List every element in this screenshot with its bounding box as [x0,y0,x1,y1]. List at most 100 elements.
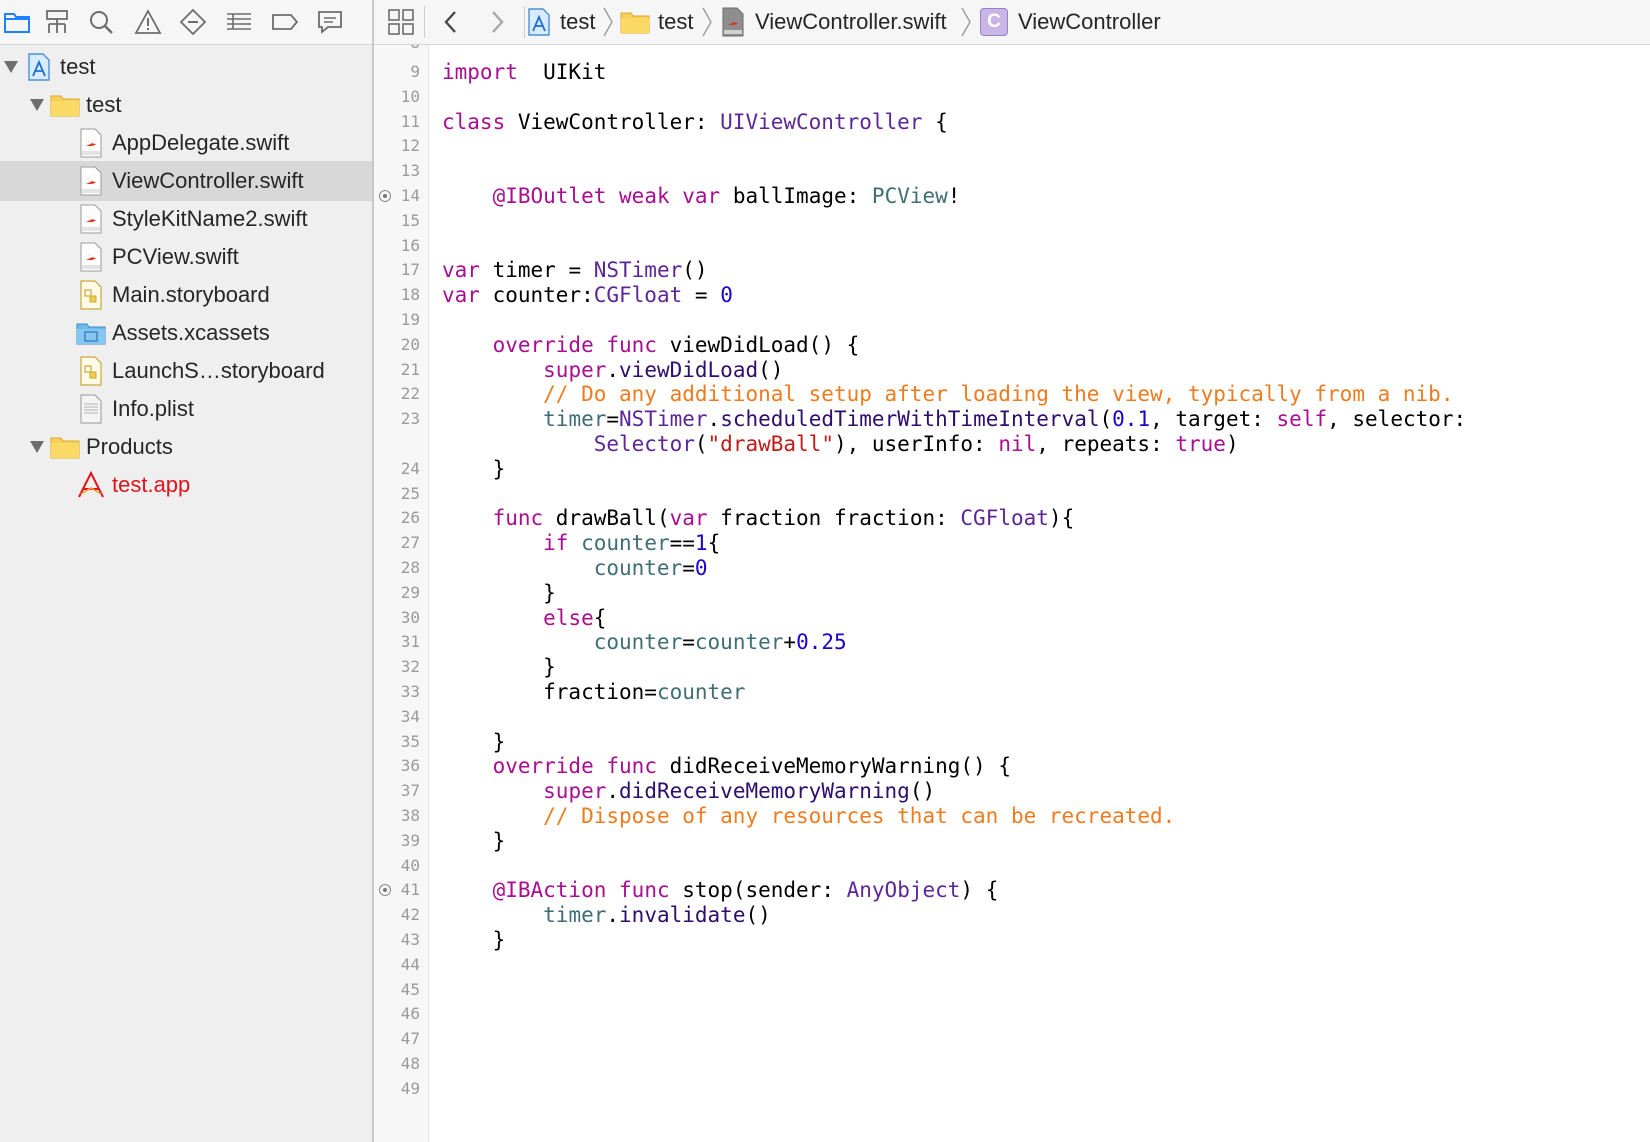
code-line[interactable]: super.didReceiveMemoryWarning() [442,778,935,804]
crumb-class[interactable]: C ViewController [980,0,1161,44]
app-icon [76,470,106,500]
code-token: stop(sender: [669,878,847,903]
line-number: 38 [400,806,420,825]
line-number: 16 [400,235,420,255]
line-number: 13 [400,161,420,181]
tree-item[interactable]: Assets.xcassets [0,313,372,353]
code-token: Selector [593,432,695,456]
tag-icon[interactable] [268,5,302,39]
code-line[interactable]: override func viewDidLoad() { [442,332,860,358]
line-number-gutter[interactable]: 8 9 10 11 12 13 14 15 16 17 18 19 20 21 22 23 24 25 26 27 28… [374,45,429,1142]
code-token: nil [998,432,1037,456]
code-token: timer = [479,258,594,283]
code-line[interactable]: @IBOutlet weak var ballImage: PCView! [442,183,961,209]
line-number: 25 [400,483,420,503]
tree-item[interactable]: Info.plist [0,389,372,429]
code-line[interactable]: timer=NSTimer.scheduledTimerWithTimeInte… [442,406,1466,432]
disclosure-triangle-icon[interactable] [28,438,46,456]
code-token: counter [593,630,683,655]
tree-item[interactable]: Main.storyboard [0,275,372,315]
code-token: 1 [694,531,708,556]
outlet-connection-icon[interactable] [379,190,391,202]
code-token: @IBOutlet [492,184,607,208]
crumb-file[interactable]: ViewController.swift [721,0,947,44]
tree-item[interactable]: ViewController.swift [0,161,372,201]
back-arrow-icon[interactable] [436,5,466,39]
code-line[interactable]: timer.invalidate() [442,902,771,928]
tree-item[interactable]: StyleKitName2.swift [0,199,372,239]
code-line[interactable]: var counter:CGFloat = 0 [442,282,733,308]
code-line[interactable]: } [442,828,506,854]
code-token: . [606,903,620,928]
code-line[interactable]: import UIKit [442,59,606,85]
folder-icon[interactable] [0,5,34,39]
code-line[interactable]: // Dispose of any resources that can be … [442,803,1175,829]
code-token: NSTimer [619,407,708,432]
code-token: } [442,456,506,481]
source-editor[interactable]: import UIKit class ViewController: UIView… [442,45,1642,1142]
code-line[interactable]: class ViewController: UIViewController { [442,109,948,135]
code-line[interactable]: } [442,456,506,482]
line-number: 19 [400,310,420,329]
tree-item[interactable]: test.app [0,465,372,505]
comment-icon[interactable] [313,5,347,39]
code-line[interactable]: var timer = NSTimer() [442,257,708,283]
code-token: 0.1 [1112,407,1151,432]
code-line[interactable]: fraction=counter [442,679,745,705]
related-items-icon[interactable] [384,5,418,39]
disclosure-triangle-icon[interactable] [2,58,20,76]
code-line[interactable]: // Do any additional setup after loading… [442,381,1453,407]
code-line[interactable]: counter=counter+0.25 [442,629,847,655]
code-token: UIViewController [720,109,923,134]
code-line[interactable]: counter=0 [442,555,708,581]
tree-item[interactable]: PCView.swift [0,237,372,277]
tree-item[interactable]: LaunchS…storyboard [0,351,372,391]
code-token: = [682,283,721,308]
code-line[interactable]: func drawBall(var fraction fraction: CGF… [442,505,1075,531]
disclosure-triangle-icon[interactable] [28,96,46,114]
line-number: 11 [400,111,420,131]
code-line[interactable]: } [442,729,506,755]
chevron-right-icon [702,7,712,37]
hierarchy-icon[interactable] [40,5,74,39]
code-token: () [745,903,771,928]
list-icon[interactable] [222,5,256,39]
outlet-connection-icon[interactable] [379,884,391,897]
code-token: , selector: [1327,407,1467,432]
code-line[interactable]: } [442,654,556,680]
code-line[interactable]: else{ [442,605,606,631]
crumb-folder[interactable]: test [620,0,693,44]
tree-item[interactable]: Products [0,427,372,467]
forward-arrow-icon[interactable] [482,5,512,39]
code-token: // Dispose of any resources that can be … [543,804,1176,828]
line-number: 41 [400,880,420,900]
code-token: override [492,754,594,779]
line-number: 42 [400,905,420,925]
tree-item[interactable]: test [0,47,372,87]
code-line[interactable]: override func didReceiveMemoryWarning() … [442,753,1011,779]
diamond-icon[interactable] [176,5,210,39]
code-line[interactable]: } [442,927,506,953]
tree-item[interactable]: AppDelegate.swift [0,123,372,163]
warning-icon[interactable] [131,5,165,39]
line-number: 17 [400,260,420,280]
code-line[interactable]: if counter==1{ [442,530,720,556]
code-token: } [442,729,506,754]
code-token: { [922,109,948,134]
code-token: func [492,506,544,531]
tree-item[interactable]: test [0,85,372,125]
code-line[interactable]: super.viewDidLoad() [442,357,783,383]
line-number: 37 [400,781,420,801]
code-line[interactable]: Selector("drawBall"), userInfo: nil, rep… [442,431,1239,457]
crumb-project[interactable]: test [526,0,595,44]
line-number: 44 [400,954,420,974]
code-line[interactable]: @IBAction func stop(sender: AnyObject) { [442,877,999,903]
code-line[interactable]: } [442,580,556,606]
search-icon[interactable] [84,5,118,39]
storyboard-icon [76,280,106,310]
code-token: ), userInfo: [833,432,999,456]
